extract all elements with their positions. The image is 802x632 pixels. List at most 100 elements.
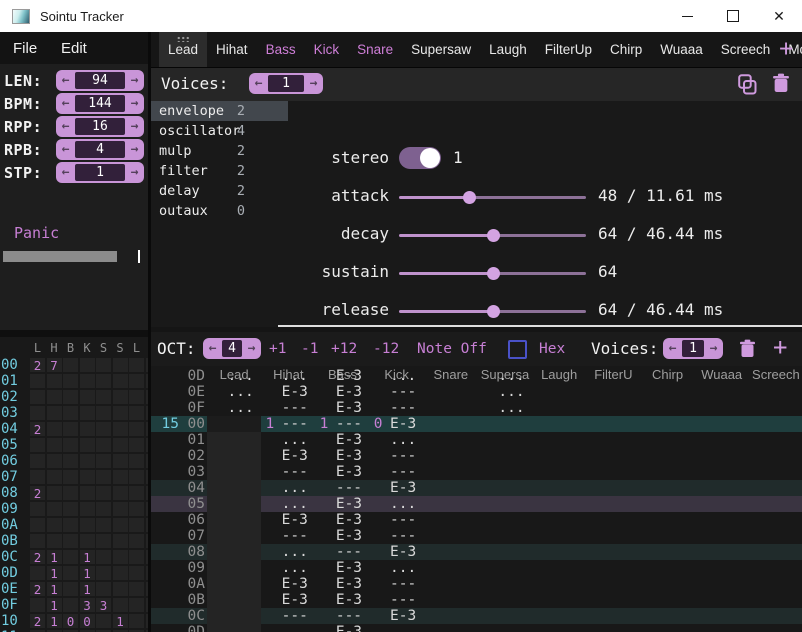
order-cell[interactable]: [80, 406, 95, 420]
note-cell[interactable]: E-3: [261, 576, 315, 592]
tab-laugh[interactable]: Laugh: [480, 32, 536, 67]
note-cell[interactable]: ---: [370, 576, 424, 592]
order-cell[interactable]: 2: [30, 486, 45, 500]
order-cell[interactable]: [146, 598, 149, 612]
delete-instrument-button[interactable]: [772, 73, 790, 97]
note-off-button[interactable]: Note Off: [417, 341, 487, 357]
track-header-hihat[interactable]: Hihat: [261, 367, 315, 382]
order-cell[interactable]: [30, 390, 45, 404]
order-cell[interactable]: [47, 502, 62, 516]
order-cell[interactable]: [80, 486, 95, 500]
order-cell[interactable]: [129, 486, 144, 500]
order-cell[interactable]: [146, 502, 149, 516]
order-cell[interactable]: [96, 454, 111, 468]
transpose-plus12-button[interactable]: +12: [331, 341, 357, 357]
order-cell[interactable]: [47, 406, 62, 420]
order-cell[interactable]: [63, 406, 78, 420]
tab-lead[interactable]: Lead: [159, 32, 207, 67]
order-cell[interactable]: 2: [30, 550, 45, 564]
track-header-laugh[interactable]: Laugh: [532, 367, 586, 382]
order-cell[interactable]: [129, 358, 144, 372]
tracker-row[interactable]: 07---E-3---: [151, 528, 802, 544]
order-cell[interactable]: [113, 358, 128, 372]
order-cell[interactable]: [96, 518, 111, 532]
order-cell[interactable]: [113, 534, 128, 548]
unit-row-mulp[interactable]: mulp2: [151, 141, 288, 161]
order-cell[interactable]: [80, 374, 95, 388]
order-cell[interactable]: [63, 566, 78, 580]
order-cell[interactable]: [129, 374, 144, 388]
order-cell[interactable]: [63, 470, 78, 484]
note-cell[interactable]: E-3: [315, 384, 369, 400]
slider-track[interactable]: [493, 272, 587, 275]
tab-wuaaa[interactable]: Wuaaa: [651, 32, 712, 67]
unit-row-delay[interactable]: delay2: [151, 181, 288, 201]
slider-track[interactable]: [493, 310, 587, 313]
order-cell[interactable]: [47, 438, 62, 452]
order-cell[interactable]: [129, 566, 144, 580]
octave-stepper-increment-arrow[interactable]: →: [242, 338, 261, 359]
note-cell[interactable]: E-3: [370, 608, 424, 624]
note-cell[interactable]: ...: [261, 480, 315, 496]
note-cell[interactable]: ---: [315, 608, 369, 624]
tracker-row[interactable]: 03---E-3---: [151, 464, 802, 480]
instrument-voices-stepper-decrement-arrow[interactable]: ←: [249, 73, 268, 94]
note-cell[interactable]: E-3: [261, 448, 315, 464]
order-cell[interactable]: [96, 550, 111, 564]
slider-track[interactable]: [399, 272, 493, 275]
track-header-snare[interactable]: Snare: [424, 367, 478, 382]
sustain-slider-knob[interactable]: [487, 267, 500, 280]
note-cell[interactable]: E-3: [261, 384, 315, 400]
tracker-row[interactable]: 05...E-3...: [151, 496, 802, 512]
order-cell[interactable]: [80, 534, 95, 548]
order-cell[interactable]: [129, 470, 144, 484]
order-cell[interactable]: 0: [80, 614, 95, 628]
slider-track[interactable]: [493, 234, 587, 237]
order-cell[interactable]: [146, 406, 149, 420]
order-cell[interactable]: [113, 438, 128, 452]
order-cell[interactable]: [146, 390, 149, 404]
rpp-stepper-decrement-arrow[interactable]: ←: [56, 116, 75, 137]
order-cell[interactable]: 2: [30, 582, 45, 596]
order-cell[interactable]: [113, 502, 128, 516]
track-voices-stepper-increment-arrow[interactable]: →: [704, 338, 723, 359]
order-cell[interactable]: [63, 598, 78, 612]
order-cell[interactable]: [63, 374, 78, 388]
note-cell[interactable]: ---: [370, 448, 424, 464]
order-cell[interactable]: 2: [30, 614, 45, 628]
note-cell[interactable]: ...: [207, 384, 261, 400]
order-cell[interactable]: [146, 534, 149, 548]
order-cell[interactable]: [47, 534, 62, 548]
stp-stepper[interactable]: ←1→: [56, 162, 144, 183]
order-cell[interactable]: [47, 518, 62, 532]
order-cell[interactable]: 2: [30, 422, 45, 436]
order-cell[interactable]: [30, 566, 45, 580]
bpm-stepper-increment-arrow[interactable]: →: [125, 93, 144, 114]
len-stepper-increment-arrow[interactable]: →: [125, 70, 144, 91]
order-cell[interactable]: [146, 550, 149, 564]
order-cell[interactable]: 1: [113, 614, 128, 628]
note-cell[interactable]: E-3: [315, 448, 369, 464]
note-cell[interactable]: ---: [370, 400, 424, 416]
track-voices-stepper-decrement-arrow[interactable]: ←: [663, 338, 682, 359]
note-cell[interactable]: 0E-3: [370, 416, 424, 432]
add-instrument-button[interactable]: +: [779, 36, 793, 62]
order-cell[interactable]: [63, 518, 78, 532]
order-cell[interactable]: [146, 614, 149, 628]
slider-track[interactable]: [399, 234, 493, 237]
note-cell[interactable]: E-3: [261, 512, 315, 528]
slider-track[interactable]: [399, 196, 469, 199]
tab-screech[interactable]: Screech: [712, 32, 780, 67]
tracker-row[interactable]: 0E...E-3E-3---...: [151, 384, 802, 400]
order-cell[interactable]: [146, 454, 149, 468]
order-cell[interactable]: [80, 390, 95, 404]
order-cell[interactable]: 1: [47, 566, 62, 580]
rpb-stepper[interactable]: ←4→: [56, 139, 144, 160]
track-header-supersa[interactable]: Supersa: [478, 367, 532, 382]
order-cell[interactable]: [96, 358, 111, 372]
order-cell[interactable]: [47, 422, 62, 436]
track-header-wuaaa[interactable]: Wuaaa: [695, 367, 749, 382]
order-cell[interactable]: [129, 502, 144, 516]
decay-slider-knob[interactable]: [487, 229, 500, 242]
order-cell[interactable]: [47, 454, 62, 468]
